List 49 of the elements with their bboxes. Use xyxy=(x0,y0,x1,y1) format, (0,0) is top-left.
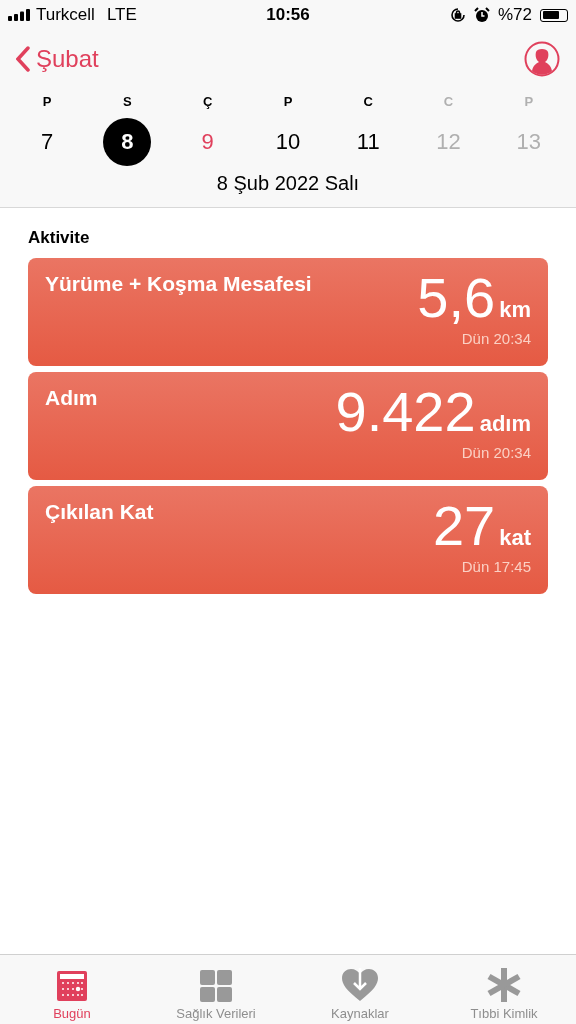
card-title: Yürüme + Koşma Mesafesi xyxy=(45,271,312,297)
back-button[interactable]: Şubat xyxy=(16,45,99,73)
tab-bar-item[interactable]: Kaynaklar xyxy=(288,955,432,1024)
alarm-icon xyxy=(474,7,490,23)
tab-bar-item[interactable]: Tıbbi Kimlik xyxy=(432,955,576,1024)
grid-icon xyxy=(200,970,232,1002)
back-label: Şubat xyxy=(36,45,99,73)
tab-bar-item[interactable]: Bugün xyxy=(0,955,144,1024)
clock-time: 10:56 xyxy=(266,5,310,24)
selected-date: 8 Şub 2022 Salı xyxy=(216,172,360,194)
day-number[interactable]: 8 xyxy=(103,118,152,166)
card-time: Dün 20:34 xyxy=(461,444,531,461)
chevron-left-icon xyxy=(16,46,30,72)
weekday-letter: C xyxy=(363,93,373,111)
carrier-name: Turkcell xyxy=(36,5,95,25)
activity-card[interactable]: Yürüme + Koşma Mesafesi 5,6 km Dün 20:34 xyxy=(28,258,548,366)
card-title: Çıkılan Kat xyxy=(45,499,154,525)
card-title: Adım xyxy=(45,385,98,411)
battery-icon xyxy=(540,8,568,22)
heart-icon xyxy=(342,968,378,1002)
day-number[interactable]: 11 xyxy=(344,118,393,166)
weekday-letter: P xyxy=(283,93,293,111)
weekday-letter: C xyxy=(443,93,454,111)
metric-value: 27 xyxy=(432,496,496,556)
metric-value: 5,6 xyxy=(417,268,496,328)
calendar-icon xyxy=(56,970,88,1002)
weekday-letter: P xyxy=(42,93,52,111)
rotation-lock-icon xyxy=(450,7,466,23)
tab-bar-item[interactable]: Sağlık Verileri xyxy=(144,955,288,1024)
day-number[interactable]: 7 xyxy=(23,118,72,166)
metric-value: 9.422 xyxy=(335,382,476,442)
activity-card[interactable]: Çıkılan Kat 27 kat Dün 17:45 xyxy=(28,486,548,594)
weekday-letter: Ç xyxy=(203,93,213,111)
activity-card[interactable]: Adım 9.422 adım Dün 20:34 xyxy=(28,372,548,480)
card-time: Dün 17:45 xyxy=(461,558,531,575)
day-number[interactable]: 10 xyxy=(264,118,312,166)
weekday-letter: S xyxy=(123,93,132,111)
signal-icon xyxy=(8,9,30,21)
profile-icon[interactable] xyxy=(524,41,560,77)
metric-unit: kat xyxy=(499,525,531,551)
weekday-letter: P xyxy=(524,93,534,111)
card-time: Dün 20:34 xyxy=(461,330,531,347)
metric-unit: km xyxy=(499,297,531,323)
asterisk-icon xyxy=(487,968,521,1002)
metric-unit: adım xyxy=(479,411,531,437)
network-type: LTE xyxy=(106,5,137,25)
day-number[interactable]: 9 xyxy=(183,118,232,166)
section-title: Aktivite xyxy=(28,228,90,247)
battery-percent: %72 xyxy=(498,5,532,25)
